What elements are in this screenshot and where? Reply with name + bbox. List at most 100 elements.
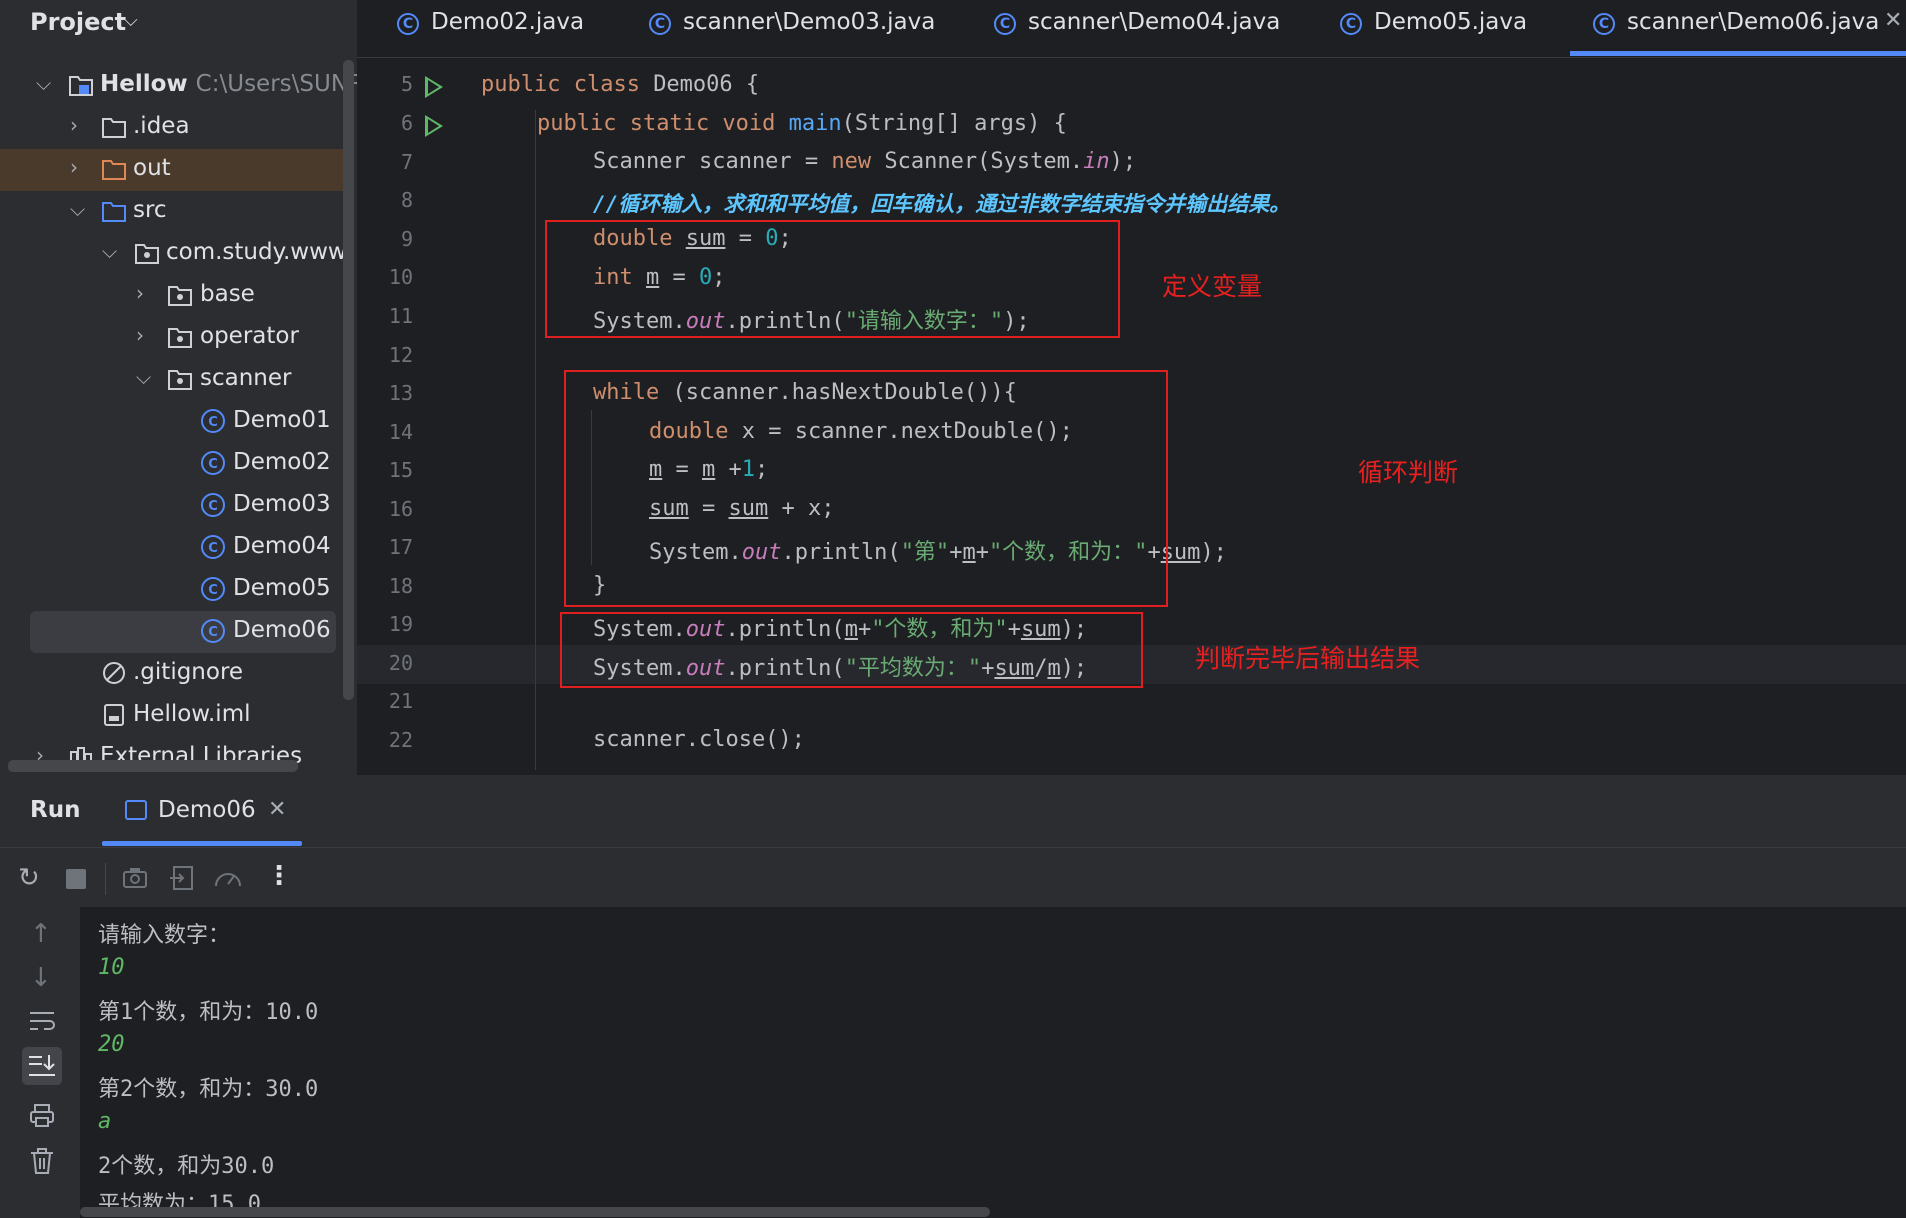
line-number: 15	[388, 458, 413, 482]
rerun-icon[interactable]: ↻	[18, 863, 40, 893]
tree-item-label: operator	[200, 323, 299, 349]
tree-item-label: out	[133, 155, 171, 181]
tree-item-label: Demo02	[233, 449, 331, 475]
close-icon[interactable]: ✕	[1884, 8, 1902, 33]
tree-item-label: src	[133, 197, 167, 223]
tree-item-demo01[interactable]: C Demo01	[0, 401, 345, 443]
close-icon[interactable]: ✕	[268, 797, 286, 822]
tree-item-idea[interactable]: › .idea	[0, 107, 345, 149]
tree-item-demo06[interactable]: C Demo06	[30, 611, 336, 653]
project-horizontal-scrollbar[interactable]	[8, 760, 298, 772]
print-icon[interactable]	[28, 1103, 56, 1129]
scroll-to-end-icon[interactable]	[22, 1047, 62, 1085]
editor-tabs: C Demo02.java C scanner\Demo03.java C sc…	[357, 0, 1906, 58]
tree-item-label: Demo06	[233, 617, 331, 643]
package-icon	[168, 286, 192, 306]
code-line-8: //循环输入，求和和平均值，回车确认，通过非数字结束指令并输出结果。	[593, 192, 1291, 216]
run-panel-divider	[0, 847, 1906, 848]
annotation-define-label: 定义变量	[1162, 272, 1263, 301]
chevron-right-icon[interactable]: ›	[136, 323, 144, 347]
line-number: 14	[388, 420, 413, 444]
tree-item-out[interactable]: › out	[0, 149, 345, 191]
chevron-down-icon[interactable]: ⌵	[102, 239, 117, 263]
tree-item-demo02[interactable]: C Demo02	[0, 443, 345, 485]
tree-item-label: Demo04	[233, 533, 331, 559]
chevron-down-icon[interactable]: ⌵	[136, 365, 151, 389]
tree-item-label: scanner	[200, 365, 292, 391]
camera-icon[interactable]	[121, 865, 149, 891]
annotation-loop-label: 循环判断	[1358, 458, 1459, 487]
exit-icon[interactable]	[168, 864, 196, 892]
console-input-line: 20	[98, 1032, 125, 1057]
line-number: 19	[388, 612, 413, 636]
iml-file-icon	[104, 704, 124, 726]
arrow-down-icon[interactable]: ↓	[30, 963, 52, 993]
chevron-down-icon[interactable]: ⌵	[124, 10, 138, 31]
console-line: 请输入数字：	[98, 923, 231, 948]
tree-item-demo03[interactable]: C Demo03	[0, 485, 345, 527]
scroll-to-end-glyph	[29, 1055, 55, 1076]
line-number: 10	[388, 265, 413, 289]
line-number: 8	[400, 188, 413, 212]
chevron-down-icon[interactable]: ⌵	[36, 71, 51, 95]
java-class-icon: C	[201, 409, 225, 433]
console-line: 第2个数，和为：30.0	[98, 1077, 319, 1102]
soft-wrap-icon[interactable]	[28, 1009, 56, 1033]
stop-icon[interactable]	[66, 869, 86, 889]
gauge-icon[interactable]	[212, 864, 244, 892]
console-input-line: 10	[98, 955, 125, 980]
line-number: 16	[388, 497, 413, 521]
svg-text:C: C	[208, 457, 218, 472]
console-output[interactable]: 请输入数字： 10 第1个数，和为：10.0 20 第2个数，和为：30.0 a…	[80, 907, 1906, 1218]
tree-item-label: .idea	[133, 113, 190, 139]
tree-item-gitignore[interactable]: .gitignore	[0, 653, 345, 695]
tree-item-base[interactable]: › base	[0, 275, 345, 317]
chevron-right-icon[interactable]: ›	[136, 281, 144, 305]
more-icon[interactable]: ⋮	[266, 861, 292, 891]
java-class-icon: C	[1340, 13, 1362, 35]
chevron-right-icon[interactable]: ›	[70, 113, 78, 137]
chevron-right-icon[interactable]: ›	[70, 155, 78, 179]
svg-text:C: C	[208, 625, 218, 640]
tree-item-demo05[interactable]: C Demo05	[0, 569, 345, 611]
run-panel: Run Demo06 ✕ ↻ ⋮ ↑ ↓ 请输入数字： 10 第1个数，和为：1…	[0, 775, 1906, 1218]
line-number: 20	[388, 651, 413, 675]
tree-item-src[interactable]: ⌵ src	[0, 191, 345, 233]
tree-item-hellow[interactable]: ⌵ Hellow C:\Users\SUNRI	[0, 65, 357, 107]
tree-item-label: Hellow.iml	[133, 701, 251, 727]
editor-gutter: 5 6 7 8 9 10 11 12 13 14 15 16 17 18 19 …	[357, 57, 487, 775]
tab-label: scanner\Demo04.java	[1028, 9, 1281, 35]
tree-item-operator[interactable]: › operator	[0, 317, 345, 359]
console-horizontal-scrollbar[interactable]	[80, 1207, 990, 1217]
chevron-down-icon[interactable]: ⌵	[70, 197, 85, 221]
svg-text:C: C	[208, 415, 218, 430]
tree-item-com-study-www[interactable]: ⌵ com.study.www	[0, 233, 347, 275]
svg-text:C: C	[208, 499, 218, 514]
line-number: 9	[400, 227, 413, 251]
folder-icon	[102, 118, 126, 138]
run-icon[interactable]	[425, 115, 443, 137]
java-class-icon: C	[397, 13, 419, 35]
java-class-icon: C	[201, 619, 225, 643]
console-side-toolbar: ↑ ↓	[0, 907, 80, 1218]
code-line-7: Scanner scanner = new Scanner(System.in)…	[593, 149, 1137, 174]
line-number: 18	[388, 574, 413, 598]
project-panel: Project ⌵ ⌵ Hellow C:\Users\SUNRI › .idea…	[0, 0, 357, 775]
tree-item-demo04[interactable]: C Demo04	[0, 527, 345, 569]
project-scrollbar[interactable]	[343, 60, 354, 700]
arrow-up-icon[interactable]: ↑	[30, 919, 52, 949]
run-tab-label[interactable]: Demo06	[158, 797, 256, 823]
trash-icon[interactable]	[29, 1147, 55, 1175]
tree-item-scanner[interactable]: ⌵ scanner	[0, 359, 345, 401]
run-panel-title[interactable]: Run	[30, 797, 80, 823]
line-number: 12	[388, 343, 413, 367]
svg-text:C: C	[208, 541, 218, 556]
run-icon[interactable]	[425, 76, 443, 98]
code-editor[interactable]: C Demo02.java C scanner\Demo03.java C sc…	[357, 0, 1906, 775]
source-folder-icon	[102, 202, 126, 222]
project-title[interactable]: Project	[30, 8, 126, 36]
tree-item-hellow-iml[interactable]: Hellow.iml	[0, 695, 345, 737]
line-number: 7	[400, 150, 413, 174]
indent-guide	[535, 110, 536, 770]
project-header[interactable]: Project ⌵	[0, 0, 357, 46]
